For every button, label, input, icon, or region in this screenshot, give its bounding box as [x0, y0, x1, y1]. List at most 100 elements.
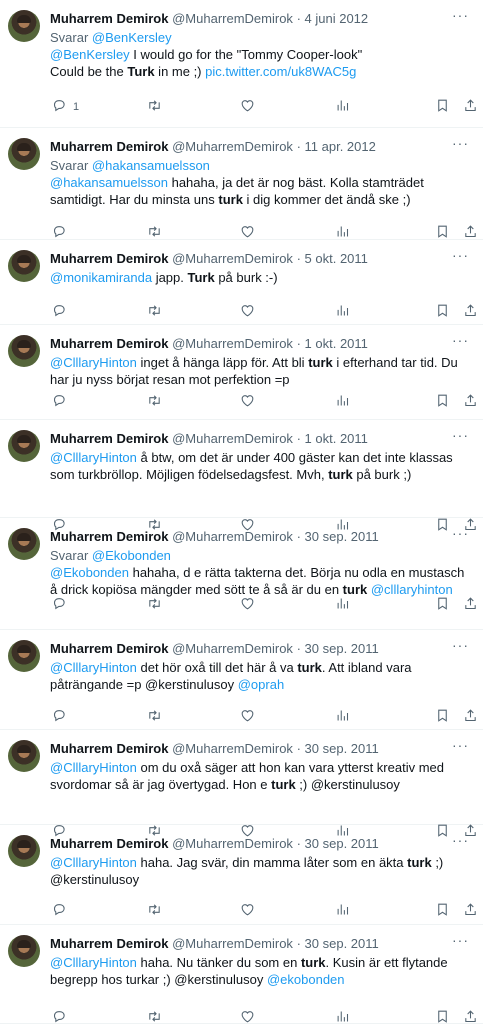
like-button[interactable]	[240, 595, 255, 615]
retweet-button[interactable]	[147, 392, 162, 412]
tweet-date[interactable]: 11 apr. 2012	[305, 139, 376, 154]
like-button[interactable]	[240, 1008, 255, 1024]
avatar[interactable]	[8, 430, 40, 462]
views-button[interactable]	[335, 595, 350, 615]
author-handle[interactable]: @MuharremDemirok	[172, 139, 293, 154]
more-options-icon[interactable]: ···	[452, 136, 469, 150]
tweet[interactable]: Muharrem Demirok @MuharremDemirok · 5 ok…	[0, 240, 483, 325]
avatar[interactable]	[8, 835, 40, 867]
bookmark-button[interactable]	[435, 707, 450, 727]
retweet-button[interactable]	[147, 707, 162, 727]
author-handle[interactable]: @MuharremDemirok	[172, 936, 293, 951]
more-options-icon[interactable]: ···	[452, 248, 469, 262]
author-handle[interactable]: @MuharremDemirok	[172, 529, 293, 544]
mention-link[interactable]: @hakansamuelsson	[50, 175, 168, 190]
reply-to-link[interactable]: @BenKersley	[92, 30, 172, 45]
bookmark-button[interactable]	[435, 1008, 450, 1024]
mention-link[interactable]: @ClllaryHinton	[50, 450, 137, 465]
author-name[interactable]: Muharrem Demirok	[50, 251, 168, 266]
tweet-date[interactable]: 5 okt. 2011	[305, 251, 368, 266]
like-button[interactable]	[240, 97, 255, 117]
author-handle[interactable]: @MuharremDemirok	[172, 431, 293, 446]
like-button[interactable]	[240, 901, 255, 921]
tweet[interactable]: Muharrem Demirok @MuharremDemirok · 30 s…	[0, 518, 483, 630]
mention-link[interactable]: @ClllaryHinton	[50, 760, 137, 775]
like-button[interactable]	[240, 707, 255, 727]
bookmark-button[interactable]	[435, 97, 450, 117]
reply-button[interactable]	[52, 302, 67, 322]
share-button[interactable]	[463, 302, 478, 322]
views-button[interactable]	[335, 901, 350, 921]
mention-link[interactable]: @Ekobonden	[50, 565, 129, 580]
author-handle[interactable]: @MuharremDemirok	[172, 336, 293, 351]
more-options-icon[interactable]: ···	[452, 8, 469, 22]
avatar[interactable]	[8, 335, 40, 367]
more-options-icon[interactable]: ···	[452, 333, 469, 347]
avatar[interactable]	[8, 640, 40, 672]
author-name[interactable]: Muharrem Demirok	[50, 139, 168, 154]
share-button[interactable]	[463, 97, 478, 117]
avatar[interactable]	[8, 740, 40, 772]
share-button[interactable]	[463, 901, 478, 921]
avatar[interactable]	[8, 138, 40, 170]
retweet-button[interactable]	[147, 302, 162, 322]
author-handle[interactable]: @MuharremDemirok	[172, 741, 293, 756]
tweet-date[interactable]: 1 okt. 2011	[305, 431, 368, 446]
mention-link[interactable]: @ekobonden	[267, 972, 345, 987]
mention-link[interactable]: @oprah	[238, 677, 284, 692]
tweet[interactable]: Muharrem Demirok @MuharremDemirok · 30 s…	[0, 630, 483, 730]
reply-button[interactable]	[52, 392, 67, 412]
tweet-date[interactable]: 30 sep. 2011	[305, 741, 379, 756]
tweet-date[interactable]: 30 sep. 2011	[305, 641, 379, 656]
author-name[interactable]: Muharrem Demirok	[50, 431, 168, 446]
views-button[interactable]	[335, 392, 350, 412]
tweet-date[interactable]: 4 juni 2012	[305, 11, 369, 26]
author-name[interactable]: Muharrem Demirok	[50, 11, 168, 26]
like-button[interactable]	[240, 392, 255, 412]
tweet[interactable]: Muharrem Demirok @MuharremDemirok · 30 s…	[0, 825, 483, 925]
reply-button[interactable]: 1	[52, 97, 79, 117]
author-name[interactable]: Muharrem Demirok	[50, 529, 168, 544]
tweet[interactable]: Muharrem Demirok @MuharremDemirok · 11 a…	[0, 128, 483, 240]
author-handle[interactable]: @MuharremDemirok	[172, 251, 293, 266]
author-name[interactable]: Muharrem Demirok	[50, 641, 168, 656]
more-options-icon[interactable]: ···	[452, 428, 469, 442]
tweet-date[interactable]: 30 sep. 2011	[305, 836, 379, 851]
more-options-icon[interactable]: ···	[452, 933, 469, 947]
more-options-icon[interactable]: ···	[452, 833, 469, 847]
mention-link[interactable]: @ClllaryHinton	[50, 355, 137, 370]
author-name[interactable]: Muharrem Demirok	[50, 336, 168, 351]
author-name[interactable]: Muharrem Demirok	[50, 741, 168, 756]
tweet[interactable]: Muharrem Demirok @MuharremDemirok · 30 s…	[0, 730, 483, 837]
views-button[interactable]	[335, 707, 350, 727]
author-handle[interactable]: @MuharremDemirok	[172, 836, 293, 851]
views-button[interactable]	[335, 302, 350, 322]
retweet-button[interactable]	[147, 595, 162, 615]
reply-to-link[interactable]: @hakansamuelsson	[92, 158, 210, 173]
views-button[interactable]	[335, 1008, 350, 1024]
bookmark-button[interactable]	[435, 901, 450, 921]
mention-link[interactable]: @ClllaryHinton	[50, 660, 137, 675]
avatar[interactable]	[8, 250, 40, 282]
avatar[interactable]	[8, 528, 40, 560]
share-button[interactable]	[463, 595, 478, 615]
bookmark-button[interactable]	[435, 302, 450, 322]
retweet-button[interactable]	[147, 901, 162, 921]
more-options-icon[interactable]: ···	[452, 526, 469, 540]
avatar[interactable]	[8, 935, 40, 967]
tweet[interactable]: Muharrem Demirok @MuharremDemirok · 4 ju…	[0, 0, 483, 128]
tweet-date[interactable]: 30 sep. 2011	[305, 529, 379, 544]
author-handle[interactable]: @MuharremDemirok	[172, 641, 293, 656]
share-button[interactable]	[463, 392, 478, 412]
mention-link[interactable]: @monikamiranda	[50, 270, 152, 285]
reply-button[interactable]	[52, 595, 67, 615]
retweet-button[interactable]	[147, 97, 162, 117]
share-button[interactable]	[463, 707, 478, 727]
more-options-icon[interactable]: ···	[452, 738, 469, 752]
share-button[interactable]	[463, 1008, 478, 1024]
retweet-button[interactable]	[147, 1008, 162, 1024]
tweet[interactable]: Muharrem Demirok @MuharremDemirok · 30 s…	[0, 925, 483, 1024]
author-name[interactable]: Muharrem Demirok	[50, 936, 168, 951]
reply-to-link[interactable]: @Ekobonden	[92, 548, 171, 563]
reply-button[interactable]	[52, 1008, 67, 1024]
